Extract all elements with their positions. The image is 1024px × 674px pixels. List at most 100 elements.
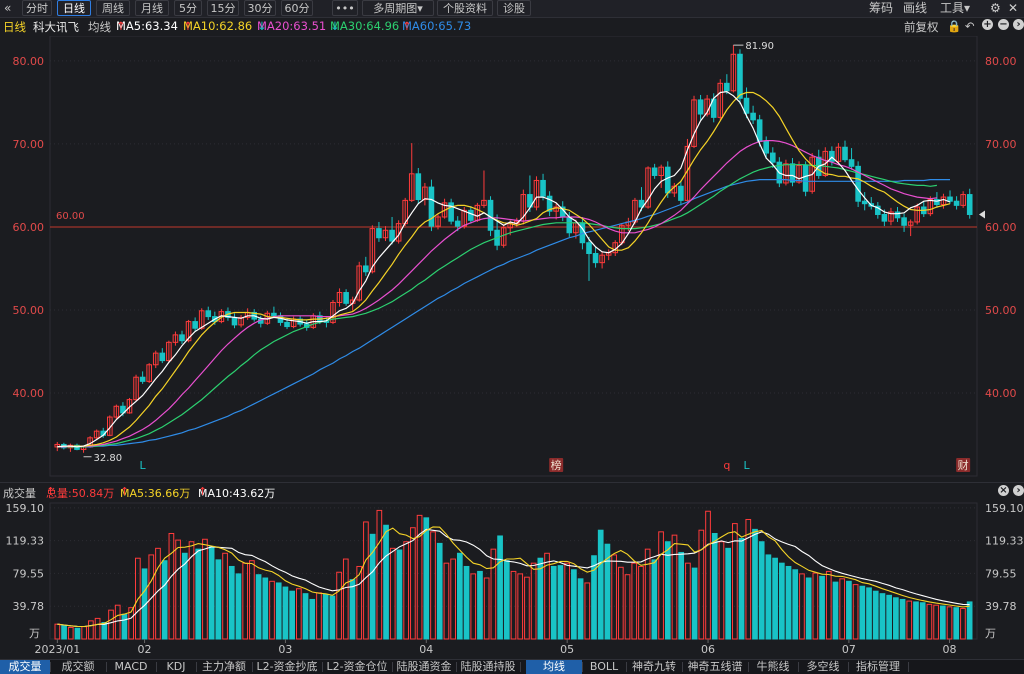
volume-bar: [349, 579, 356, 640]
chevron-down-icon: ▾: [964, 1, 971, 15]
volume-bar: [228, 565, 235, 640]
collapse-icon[interactable]: «: [4, 0, 11, 16]
y-tick-left: 50.00: [13, 304, 45, 317]
undo-icon[interactable]: ↶: [965, 19, 975, 33]
volume-bar: [336, 571, 342, 640]
low-label: 32.80: [94, 453, 123, 464]
settings-icon[interactable]: ⚙: [990, 0, 1001, 16]
candle-body: [179, 334, 185, 342]
period-tab-1[interactable]: 日线: [57, 0, 91, 16]
indicator-tab-8[interactable]: 陆股通持股: [456, 660, 520, 674]
volume-bar: [74, 627, 81, 640]
volume-bar: [611, 554, 617, 640]
adjust-mode[interactable]: 前复权: [904, 19, 939, 35]
volume-bar: [342, 558, 349, 640]
period-tab-5[interactable]: 15分: [207, 0, 239, 16]
volume-chart[interactable]: 159.10 159.10 119.33 119.33 79.55 79.55 39.78 3…: [0, 501, 1024, 659]
more-button[interactable]: •••: [332, 0, 358, 16]
volume-bar: [792, 569, 799, 640]
period-tab-0[interactable]: 分时: [22, 0, 52, 16]
candle-body: [540, 179, 546, 197]
volume-bar: [289, 590, 295, 640]
chips-button[interactable]: 筹码: [869, 0, 893, 16]
volume-bar: [389, 547, 396, 640]
marker-label: L: [140, 459, 147, 472]
indicator-tab-4[interactable]: 主力净额: [196, 660, 252, 674]
period-tab-6[interactable]: 30分: [244, 0, 276, 16]
stock-info-button[interactable]: 个股资料: [437, 0, 493, 16]
volume-bar: [886, 594, 892, 640]
volume-bar: [872, 590, 879, 640]
indicator-tab-0[interactable]: 成交量: [0, 660, 50, 674]
volume-bar: [121, 613, 128, 640]
indicator-tab-1[interactable]: 成交额: [50, 660, 106, 674]
period-tab-2[interactable]: 周线: [96, 0, 130, 16]
y-tick-left: 159.10: [6, 502, 45, 515]
candlestick-chart[interactable]: 80.00 80.00 70.00 70.00 60.00 60.00 50.00 50.00…: [0, 36, 1024, 482]
indicator-tab-6[interactable]: L2-资金仓位: [322, 660, 392, 674]
indicator-tab-7[interactable]: 陆股通资金: [392, 660, 456, 674]
candle-body: [592, 253, 599, 264]
y-tick-right: 79.55: [985, 567, 1017, 580]
volume-bar: [571, 569, 577, 640]
period-tab-4[interactable]: 5分: [174, 0, 202, 16]
volume-ma10-text: MA10:43.62万: [198, 487, 276, 500]
candle-body: [651, 167, 658, 176]
candle-body: [454, 220, 461, 227]
volume-ma5-text: MA5:36.66万: [120, 487, 191, 500]
candle-body: [737, 53, 743, 99]
volume-bar: [309, 598, 316, 640]
volume-bar: [316, 592, 322, 640]
volume-bar: [772, 557, 778, 640]
ma5-line: [57, 90, 951, 448]
indicator-tab-12[interactable]: 神奇五线谱: [682, 660, 748, 674]
volume-bar: [61, 625, 67, 640]
volume-bar: [812, 572, 819, 640]
multi-period-button[interactable]: 多周期图▾: [362, 0, 434, 16]
candle-body: [769, 152, 776, 163]
volume-bar: [946, 606, 953, 640]
candle-body: [848, 159, 855, 167]
volume-bar: [54, 623, 61, 640]
stock-name: 科大讯飞: [33, 20, 79, 34]
volume-bar: [255, 574, 262, 640]
tools-button[interactable]: 工具▾: [940, 0, 970, 16]
up-arrow-icon: ↑: [46, 485, 56, 498]
volume-title: 成交量: [3, 487, 36, 500]
volume-bar: [215, 559, 222, 640]
indicator-tab-3[interactable]: KDJ: [156, 660, 196, 674]
indicator-tab-11[interactable]: 神奇九转: [626, 660, 682, 674]
y-tick-left: 80.00: [13, 55, 45, 68]
tab-divider: [520, 662, 521, 672]
candle-body: [829, 150, 835, 162]
avg-line-label[interactable]: 均线: [88, 19, 111, 35]
volume-bar: [235, 573, 242, 640]
period-tab-3[interactable]: 月线: [135, 0, 169, 16]
indicator-tab-15[interactable]: 指标管理: [848, 660, 908, 674]
volume-bar: [919, 602, 926, 640]
volume-bar: [410, 527, 416, 640]
close-icon[interactable]: ✕: [1008, 0, 1018, 16]
indicator-tab-2[interactable]: MACD: [106, 660, 156, 674]
candle-body: [802, 165, 809, 192]
candle-body: [192, 321, 198, 329]
y-tick-right: 119.33: [985, 535, 1024, 548]
volume-bar: [295, 588, 302, 640]
candle-body: [428, 186, 435, 227]
period-tab-7[interactable]: 60分: [281, 0, 313, 16]
draw-line-button[interactable]: 画线: [903, 0, 927, 16]
lock-icon[interactable]: 🔒: [947, 19, 961, 33]
volume-bar: [939, 605, 946, 640]
candle-body: [284, 321, 290, 328]
volume-bar: [430, 531, 436, 640]
indicator-tab-10[interactable]: BOLL: [582, 660, 626, 674]
indicator-tab-9[interactable]: 均线: [526, 660, 582, 674]
y-tick-right: 50.00: [985, 304, 1017, 317]
indicator-tab-5[interactable]: L2-资金抄底: [252, 660, 322, 674]
volume-bar: [839, 578, 846, 640]
volume-bar: [698, 529, 705, 640]
indicator-tab-14[interactable]: 多空线: [798, 660, 848, 674]
diagnose-button[interactable]: 诊股: [497, 0, 531, 16]
indicator-tab-13[interactable]: 牛熊线: [748, 660, 798, 674]
volume-bar: [161, 560, 168, 640]
